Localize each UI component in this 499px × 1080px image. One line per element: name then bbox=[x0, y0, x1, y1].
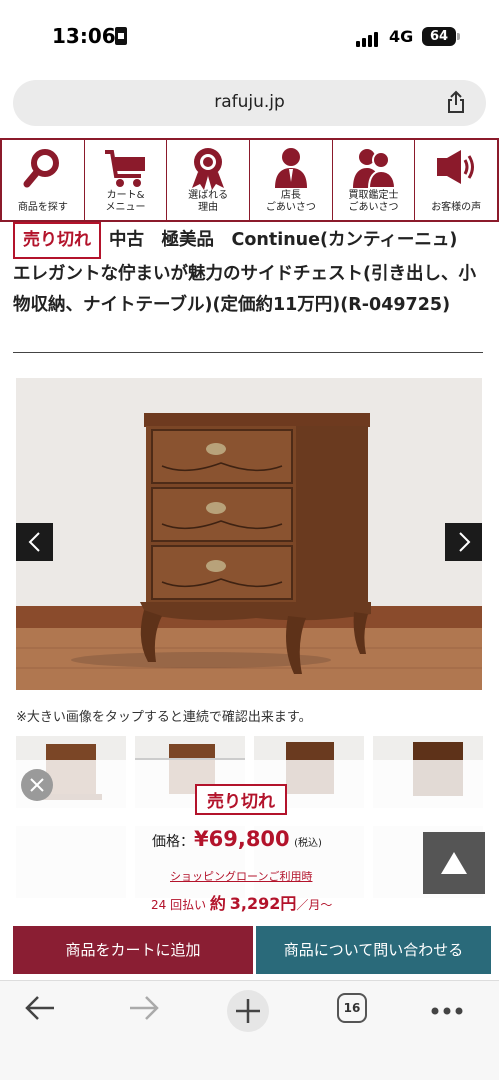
share-icon[interactable] bbox=[446, 90, 466, 118]
installment-row: 24 回払い 約 3,292円／月～ bbox=[151, 890, 332, 914]
price-label: 価格： bbox=[152, 834, 194, 850]
site-nav: 商品を探す カート& メニュー 選ばれる 理由 店長 ごあいさつ 買取鑑定士 ご… bbox=[0, 138, 499, 222]
price-row: 価格：¥69,800 (税込) bbox=[152, 827, 322, 851]
url-text[interactable]: rafuju.jp bbox=[13, 92, 486, 112]
signal-icon bbox=[356, 28, 380, 47]
nav-label: 店長 ごあいさつ bbox=[265, 190, 316, 213]
next-image-button[interactable] bbox=[445, 523, 482, 561]
cart-icon bbox=[103, 146, 149, 194]
more-menu-icon[interactable] bbox=[430, 1001, 464, 1020]
shopping-loan-link[interactable]: ショッピングローンご利用時 bbox=[170, 868, 312, 884]
tab-switcher-button[interactable]: 16 bbox=[337, 993, 367, 1023]
installment-prefix: 約 bbox=[209, 894, 226, 913]
nav-label: お客様の声 bbox=[431, 202, 482, 213]
people-icon bbox=[351, 146, 397, 194]
product-title: 売り切れ 中古 極美品 Continue(カンティーニュ) エレガントな佇まいが魅… bbox=[13, 222, 483, 321]
close-overlay-button[interactable] bbox=[21, 769, 53, 801]
medal-icon bbox=[186, 146, 230, 194]
nav-search[interactable]: 商品を探す bbox=[2, 140, 85, 220]
triangle-up-icon bbox=[441, 852, 467, 874]
sold-out-badge: 売り切れ bbox=[13, 222, 101, 259]
nav-cart-menu[interactable]: カート& メニュー bbox=[85, 140, 168, 220]
back-arrow-icon[interactable] bbox=[24, 993, 56, 1027]
person-icon bbox=[269, 146, 313, 194]
status-bar: 13:06 4G 64 bbox=[0, 0, 499, 74]
sim-icon bbox=[115, 27, 127, 45]
nav-appraiser-greeting[interactable]: 買取鑑定士 ごあいさつ bbox=[333, 140, 416, 220]
address-bar[interactable]: rafuju.jp bbox=[13, 80, 486, 126]
search-icon bbox=[21, 146, 65, 194]
product-title-area: 売り切れ 中古 極美品 Continue(カンティーニュ) エレガントな佇まいが魅… bbox=[13, 222, 483, 321]
nav-label: 選ばれる 理由 bbox=[188, 190, 229, 213]
scroll-to-top-button[interactable] bbox=[423, 832, 485, 894]
price-value: ¥69,800 bbox=[194, 827, 290, 851]
image-tap-note: ※大きい画像をタップすると連続で確認出来ます。 bbox=[16, 710, 312, 725]
battery-icon: 64 bbox=[422, 27, 460, 46]
sold-out-badge-overlay: 売り切れ bbox=[195, 784, 287, 815]
close-icon bbox=[30, 778, 44, 792]
megaphone-icon bbox=[433, 146, 479, 194]
nav-customer-voices[interactable]: お客様の声 bbox=[415, 140, 497, 220]
nav-manager-greeting[interactable]: 店長 ごあいさつ bbox=[250, 140, 333, 220]
nav-label: 買取鑑定士 ごあいさつ bbox=[348, 190, 399, 213]
plus-icon bbox=[236, 999, 260, 1023]
forward-arrow-icon[interactable] bbox=[128, 993, 160, 1027]
installment-suffix: ／月～ bbox=[296, 898, 333, 912]
nav-reasons[interactable]: 選ばれる 理由 bbox=[167, 140, 251, 220]
tax-note: (税込) bbox=[294, 838, 322, 849]
installment-amount: 3,292円 bbox=[229, 894, 297, 913]
product-inquiry-button[interactable]: 商品について問い合わせる bbox=[256, 926, 491, 974]
network-type: 4G bbox=[389, 27, 414, 46]
nav-label: 商品を探す bbox=[17, 202, 68, 213]
browser-toolbar: 16 bbox=[0, 980, 499, 1080]
chevron-left-icon bbox=[28, 532, 40, 552]
prev-image-button[interactable] bbox=[16, 523, 53, 561]
title-divider bbox=[13, 352, 483, 353]
status-time: 13:06 bbox=[52, 24, 116, 48]
product-main-image[interactable] bbox=[16, 378, 482, 690]
new-tab-button[interactable] bbox=[227, 990, 269, 1032]
add-to-cart-button[interactable]: 商品をカートに追加 bbox=[13, 926, 253, 974]
chevron-right-icon bbox=[459, 532, 471, 552]
nav-label: カート& メニュー bbox=[105, 190, 146, 213]
installment-count: 24 回払い bbox=[151, 898, 207, 912]
